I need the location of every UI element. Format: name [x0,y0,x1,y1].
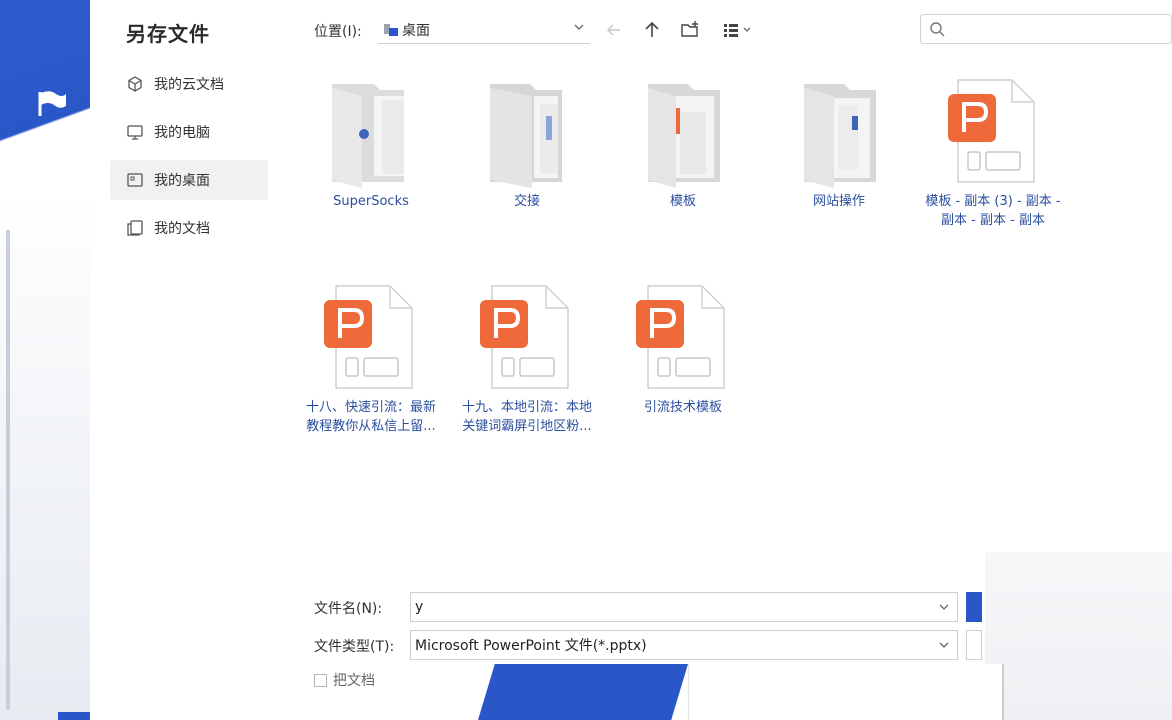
up-arrow-icon[interactable] [642,20,662,40]
flag-icon [38,91,66,116]
documents-icon [127,220,143,236]
chevron-down-icon [574,24,584,30]
filename-input[interactable] [415,599,915,615]
file-item-folder[interactable]: 模板 [608,78,758,211]
chevron-down-icon[interactable] [939,602,949,612]
folder-icon [490,84,562,188]
file-name: 十八、快速引流：最新教程教你从私信上留... [305,400,436,434]
location-label: 位置(I): [314,24,362,40]
sidebar-item-my-computer[interactable]: 我的电脑 [110,112,268,152]
toolbar: 位置(I): 桌面 [314,14,1172,46]
background-bottom-bar [58,712,90,720]
search-input[interactable] [920,14,1172,44]
file-name: SuperSocks [333,194,409,209]
view-mode-icon[interactable] [722,20,754,40]
pptx-file-icon [480,285,569,389]
background-right-panel [985,552,1172,720]
sidebar-item-label: 我的云文档 [154,77,224,93]
chevron-down-icon[interactable] [939,640,949,650]
filename-label: 文件名(N): [314,601,383,617]
pptx-file-icon [948,79,1035,183]
location-value: 桌面 [402,22,430,39]
checkbox-label: 把文档 [333,673,375,689]
file-item-pptx[interactable]: 模板 - 副本 (3) - 副本 - 副本 - 副本 - 副本 [918,78,1068,230]
desktop-folder-icon [384,23,398,36]
checkbox-row: 把文档 [314,670,375,690]
new-folder-icon[interactable] [680,20,700,40]
file-item-pptx[interactable]: 十八、快速引流：最新教程教你从私信上留... [296,284,446,436]
folder-icon [332,84,404,188]
pptx-file-icon [636,285,725,389]
folder-icon [648,84,720,188]
cloud-cube-icon [128,76,142,92]
file-item-folder[interactable]: 交接 [452,78,602,211]
search-icon [930,22,945,37]
file-name: 交接 [513,194,540,209]
desktop-icon [127,173,143,187]
background-bottom-panel [688,664,1004,720]
file-name: 模板 - 副本 (3) - 副本 - 副本 - 副本 - 副本 [925,194,1061,228]
sidebar-item-cloud-docs[interactable]: 我的云文档 [110,64,268,104]
sidebar-item-label: 我的电脑 [154,125,210,141]
file-name: 模板 [669,194,696,209]
sidebar-item-my-documents[interactable]: 我的文档 [110,208,268,248]
cancel-button[interactable] [966,630,982,660]
file-item-folder[interactable]: 网站操作 [764,78,914,211]
filetype-label: 文件类型(T): [314,639,395,655]
background-edge [6,230,10,710]
checkbox[interactable] [314,673,327,687]
filetype-select[interactable]: Microsoft PowerPoint 文件(*.pptx) [410,630,958,660]
back-arrow-icon[interactable] [604,20,624,40]
file-name: 十九、本地引流：本地关键词霸屏引地区粉... [461,400,592,434]
file-name: 网站操作 [812,194,865,209]
background-blue-shape [478,664,688,720]
sidebar: 另存文件 我的云文档 我的电脑 我的桌面 我的文档 [90,0,290,720]
file-item-folder[interactable]: SuperSocks [296,78,446,211]
sidebar-item-label: 我的文档 [154,221,210,237]
save-button[interactable] [966,592,982,622]
sidebar-item-label: 我的桌面 [154,173,210,189]
background-white-stripe [0,190,90,720]
file-item-pptx[interactable]: 引流技术模板 [608,284,758,417]
folder-icon [804,84,876,188]
file-item-pptx[interactable]: 十九、本地引流：本地关键词霸屏引地区粉... [452,284,602,436]
sidebar-item-my-desktop[interactable]: 我的桌面 [110,160,268,200]
location-dropdown[interactable]: 桌面 [378,16,590,44]
filename-field[interactable] [410,592,958,622]
background-left-panel [0,0,90,720]
dialog-title: 另存文件 [126,22,210,46]
filetype-value: Microsoft PowerPoint 文件(*.pptx) [415,638,647,654]
pptx-file-icon [324,285,413,389]
file-name: 引流技术模板 [643,400,722,415]
monitor-icon [127,125,143,140]
